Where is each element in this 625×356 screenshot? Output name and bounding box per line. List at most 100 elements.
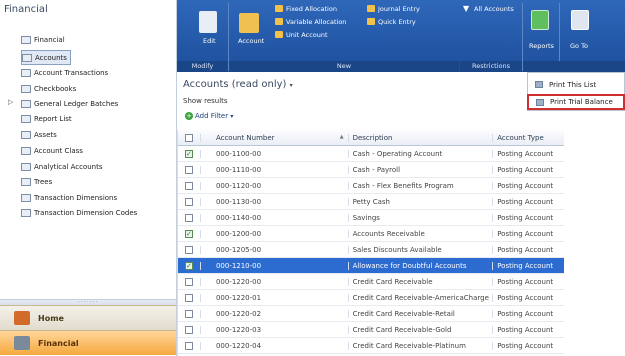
account-number-cell: 000-1205-00 — [201, 245, 349, 254]
nav-item-trees[interactable]: Trees — [21, 175, 52, 188]
row-checkbox-cell: ✓ — [178, 229, 201, 238]
home-button[interactable]: Home — [0, 305, 176, 330]
row-checkbox-cell: ✓ — [178, 261, 201, 270]
all-accounts-button[interactable]: All Accounts — [474, 5, 514, 13]
nav-item-transaction-dimension-codes[interactable]: Transaction Dimension Codes — [21, 206, 137, 219]
table-row[interactable]: ✓ 000-1200-00 Accounts Receivable Posting A… — [178, 226, 564, 242]
row-checkbox[interactable]: ✓ — [184, 261, 193, 270]
account-number-cell: 000-1200-00 — [201, 229, 349, 238]
table-row[interactable]: 000-1220-00 Credit Card Receivable Posting… — [178, 274, 564, 290]
description-cell: Cash - Operating Account — [349, 149, 494, 158]
unit-account-icon — [275, 31, 283, 38]
row-checkbox[interactable] — [184, 293, 193, 302]
table-row[interactable]: 000-1120-00 Cash - Flex Benefits Program P… — [178, 178, 564, 194]
description-cell: Accounts Receivable — [349, 229, 494, 238]
account-type-cell: Posting Account — [497, 293, 554, 302]
table-row[interactable]: 000-1205-00 Sales Discounts Available Post… — [178, 242, 564, 258]
select-all-checkbox[interactable] — [184, 133, 193, 142]
show-results-link[interactable]: Show results — [183, 97, 228, 105]
select-all-cell — [178, 133, 201, 142]
row-checkbox[interactable] — [184, 213, 193, 222]
row-checkbox[interactable]: ✓ — [184, 149, 193, 158]
fixed-allocation-button[interactable]: Fixed Allocation — [286, 5, 337, 13]
column-header-description[interactable]: Description — [349, 133, 494, 142]
nav-item-transaction-dimensions[interactable]: Transaction Dimensions — [21, 191, 117, 204]
row-checkbox-cell — [178, 245, 201, 254]
accounts-grid: Account Number ▲ Description Account Type… — [177, 130, 564, 356]
list-icon — [21, 68, 31, 77]
row-checkbox-cell — [178, 165, 201, 174]
column-header-account-number[interactable]: Account Number ▲ — [201, 133, 349, 142]
nav-item-assets[interactable]: Assets — [21, 128, 57, 141]
printer-icon — [536, 98, 544, 106]
nav-item-account-class[interactable]: Account Class — [21, 144, 83, 157]
list-icon — [22, 53, 32, 62]
nav-item-accounts[interactable]: Accounts — [21, 50, 71, 65]
list-icon — [21, 177, 31, 186]
row-checkbox[interactable]: ✓ — [184, 229, 193, 238]
account-number-cell: 000-1140-00 — [201, 213, 349, 222]
row-checkbox[interactable] — [184, 277, 193, 286]
description-cell: Savings — [349, 213, 494, 222]
row-checkbox[interactable] — [184, 197, 193, 206]
quick-entry-button[interactable]: Quick Entry — [378, 18, 416, 26]
reports-icon — [531, 10, 549, 30]
account-type-cell: Posting Account — [497, 245, 554, 254]
row-checkbox[interactable] — [184, 245, 193, 254]
row-checkbox-cell — [178, 277, 201, 286]
ribbon: Edit Account Fixed Allocation Variable A… — [177, 0, 625, 72]
table-row[interactable]: 000-1130-00 Petty Cash Posting Account — [178, 194, 564, 210]
row-checkbox-cell — [178, 197, 201, 206]
nav-item-general-ledger-batches[interactable]: General Ledger Batches — [21, 97, 118, 110]
row-checkbox[interactable] — [184, 325, 193, 334]
nav-pane-title: Financial — [4, 4, 48, 15]
table-row[interactable]: 000-1220-01 Credit Card Receivable-Americ… — [178, 290, 564, 306]
account-number-cell: 000-1100-00 — [201, 149, 349, 158]
row-checkbox[interactable] — [184, 165, 193, 174]
nav-item-financial[interactable]: Financial — [21, 33, 65, 46]
reports-button[interactable]: Reports — [529, 42, 554, 50]
column-header-account-type[interactable]: Account Type — [493, 134, 564, 142]
reports-dropdown-menu: Print This List Print Trial Balance — [527, 72, 625, 111]
nav-item-account-transactions[interactable]: Account Transactions — [21, 66, 108, 79]
table-row[interactable]: 000-1110-00 Cash - Payroll Posting Account — [178, 162, 564, 178]
journal-entry-button[interactable]: Journal Entry — [378, 5, 420, 13]
nav-item-report-list[interactable]: Report List — [21, 112, 72, 125]
expand-arrow-icon[interactable]: ▷ — [8, 98, 13, 106]
list-icon — [21, 35, 31, 44]
account-type-cell: Posting Account — [497, 197, 554, 206]
print-trial-balance-item[interactable]: Print Trial Balance — [527, 94, 625, 110]
variable-allocation-button[interactable]: Variable Allocation — [286, 18, 346, 26]
row-checkbox[interactable] — [184, 309, 193, 318]
description-cell: Credit Card Receivable-Retail — [349, 309, 494, 318]
table-row[interactable]: ✓ 000-1100-00 Cash - Operating Account Post… — [178, 146, 564, 162]
edit-button[interactable]: Edit — [203, 37, 216, 45]
table-row[interactable]: 000-1220-02 Credit Card Receivable-Retail… — [178, 306, 564, 322]
table-row[interactable]: 000-1140-00 Savings Posting Account — [178, 210, 564, 226]
unit-account-button[interactable]: Unit Account — [286, 31, 328, 39]
grid-header: Account Number ▲ Description Account Type — [178, 130, 564, 146]
row-checkbox-cell — [178, 293, 201, 302]
go-to-button[interactable]: Go To — [570, 42, 588, 50]
nav-item-analytical-accounts[interactable]: Analytical Accounts — [21, 160, 103, 173]
row-checkbox-cell: ✓ — [178, 149, 201, 158]
nav-item-checkbooks[interactable]: Checkbooks — [21, 82, 76, 95]
row-checkbox[interactable] — [184, 341, 193, 350]
print-this-list-item[interactable]: Print This List — [528, 77, 624, 92]
add-filter-button[interactable]: + Add Filter ▾ — [185, 112, 233, 120]
navigation-pane: Financial Financial Accounts Account Tra… — [0, 0, 177, 356]
account-type-cell: Posting Account — [497, 181, 554, 190]
account-button[interactable]: Account — [238, 37, 264, 45]
account-number-cell: 000-1220-01 — [201, 293, 349, 302]
table-row[interactable]: ✓ 000-1210-00 Allowance for Doubtful Accou… — [178, 258, 564, 274]
financial-button[interactable]: Financial — [0, 330, 176, 355]
description-cell: Credit Card Receivable-AmericaCharge — [349, 293, 494, 302]
row-checkbox[interactable] — [184, 181, 193, 190]
account-number-cell: 000-1210-00 — [201, 261, 349, 270]
table-row[interactable]: 000-1220-03 Credit Card Receivable-Gold Po… — [178, 322, 564, 338]
description-cell: Credit Card Receivable-Gold — [349, 325, 494, 334]
table-row[interactable]: 000-1220-04 Credit Card Receivable-Platin… — [178, 338, 564, 354]
group-new-label: New — [229, 61, 459, 72]
row-checkbox-cell — [178, 341, 201, 350]
chevron-down-icon[interactable]: ▾ — [290, 82, 293, 89]
